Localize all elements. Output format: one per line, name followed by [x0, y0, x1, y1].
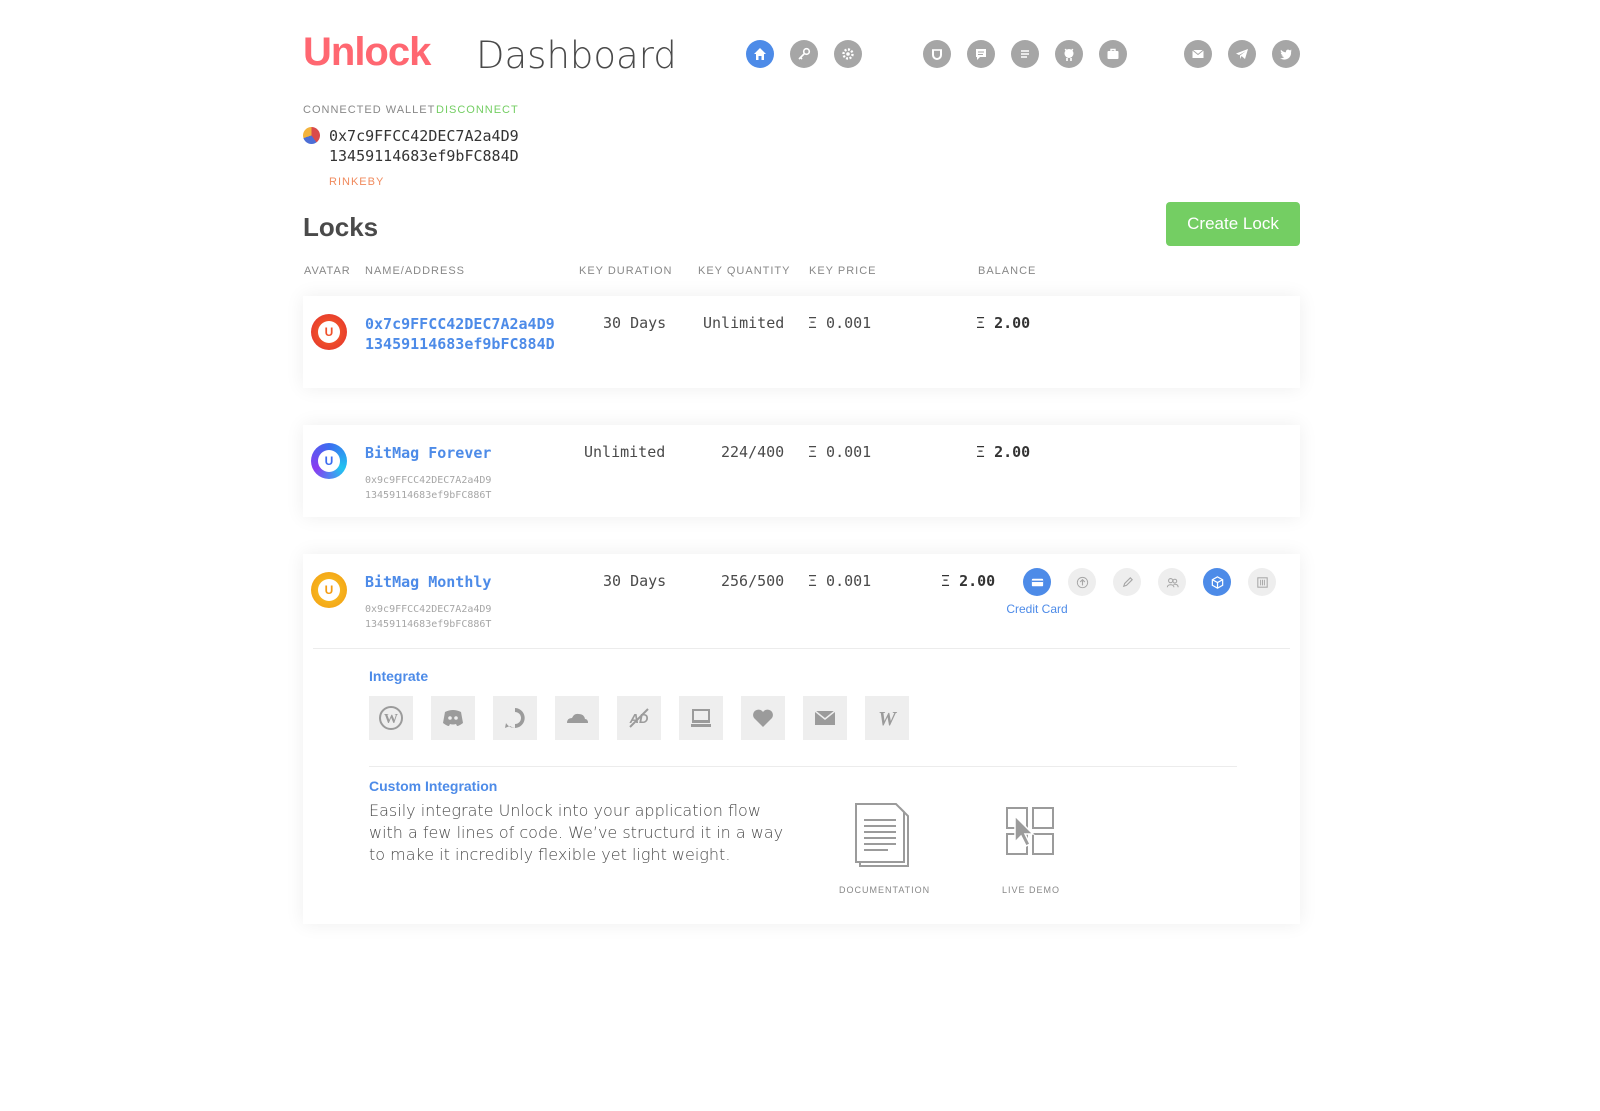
key-quantity: 224/400 — [721, 443, 785, 461]
key-duration: 30 Days — [603, 314, 667, 332]
key-quantity: Unlimited — [703, 314, 785, 332]
lock-avatar-unlock-icon: U — [318, 321, 340, 343]
lock-address: 0x9c9FFCC42DEC7A2a4D9 13459114683ef9bFC8… — [365, 473, 565, 503]
column-header-avatar: AVATAR — [304, 265, 351, 277]
section-divider — [369, 766, 1237, 767]
balance-symbol: Ξ — [976, 314, 986, 332]
twitter-icon[interactable] — [1272, 40, 1300, 68]
lock-address: 0x9c9FFCC42DEC7A2a4D9 13459114683ef9bFC8… — [365, 602, 565, 632]
wallet-address: 0x7c9FFCC42DEC7A2a4D9 13459114683ef9bFC8… — [329, 126, 549, 166]
lock-avatar-unlock-icon: U — [318, 579, 340, 601]
telegram-icon[interactable] — [1228, 40, 1256, 68]
balance-symbol: Ξ — [976, 443, 986, 461]
mail-icon[interactable] — [803, 696, 847, 740]
wallet-address-line1: 0x7c9FFCC42DEC7A2a4D9 — [329, 127, 519, 145]
lock-address-line1: 0x7c9FFCC42DEC7A2a4D9 — [365, 315, 555, 333]
lock-address-line2: 13459114683ef9bFC884D — [365, 335, 555, 353]
lock-avatar-unlock-icon: U — [318, 450, 340, 472]
lock-address-line1: 0x9c9FFCC42DEC7A2a4D9 — [365, 475, 492, 486]
live-demo-icon — [1006, 807, 1054, 855]
lock-address-link[interactable]: 0x7c9FFCC42DEC7A2a4D9 13459114683ef9bFC8… — [365, 314, 555, 354]
create-lock-button[interactable]: Create Lock — [1166, 202, 1300, 246]
key-icon[interactable] — [790, 40, 818, 68]
documentation-label: DOCUMENTATION — [839, 885, 931, 895]
code-icon[interactable] — [1248, 568, 1276, 596]
page-title: Dashboard — [476, 34, 677, 77]
mail-icon[interactable] — [1184, 40, 1212, 68]
discourse-icon[interactable] — [493, 696, 537, 740]
key-price: Ξ 0.001 — [808, 443, 872, 461]
locks-heading: Locks — [303, 212, 379, 242]
balance: Ξ 2.00 — [976, 443, 1030, 461]
lock-address-line2: 13459114683ef9bFC886T — [365, 490, 492, 501]
wordpress-icon[interactable]: W — [369, 696, 413, 740]
custom-integration-title: Custom Integration — [369, 778, 498, 794]
balance: Ξ 2.00 — [941, 572, 995, 590]
lock-row[interactable]: U BitMag Forever 0x9c9FFCC42DEC7A2a4D9 1… — [303, 425, 1300, 517]
lock-row[interactable]: U 0x7c9FFCC42DEC7A2a4D9 13459114683ef9bF… — [303, 296, 1300, 388]
column-header-balance: BALANCE — [978, 265, 1037, 277]
edit-icon[interactable] — [1113, 568, 1141, 596]
credit-card-label: Credit Card — [1006, 602, 1068, 616]
column-header-key-quantity: KEY QUANTITY — [698, 265, 791, 277]
svg-text:W: W — [384, 712, 398, 727]
custom-integration-description: Easily integrate Unlock into your applic… — [369, 801, 784, 864]
computer-icon[interactable] — [679, 696, 723, 740]
unlock-icon[interactable] — [923, 40, 951, 68]
key-price: Ξ 0.001 — [808, 314, 872, 332]
key-quantity: 256/500 — [721, 572, 785, 590]
lock-avatar: U — [311, 572, 347, 608]
balance-symbol: Ξ — [941, 572, 951, 590]
lock-address-line1: 0x9c9FFCC42DEC7A2a4D9 — [365, 604, 492, 615]
key-duration: 30 Days — [603, 572, 667, 590]
key-duration: Unlimited — [584, 443, 666, 461]
list-icon[interactable] — [1011, 40, 1039, 68]
briefcase-icon[interactable] — [1099, 40, 1127, 68]
balance: Ξ 2.00 — [976, 314, 1030, 332]
adblock-icon[interactable]: AD — [617, 696, 661, 740]
heart-icon[interactable] — [741, 696, 785, 740]
gear-icon[interactable] — [834, 40, 862, 68]
chat-icon[interactable] — [967, 40, 995, 68]
lock-name-link[interactable]: BitMag Forever — [365, 443, 491, 463]
unlock-logo[interactable]: Unlock — [303, 30, 431, 75]
balance-value: 2.00 — [994, 443, 1031, 461]
column-header-name: NAME/ADDRESS — [365, 265, 466, 277]
documentation-icon — [855, 803, 909, 867]
disconnect-link[interactable]: DISCONNECT — [436, 104, 519, 116]
key-price: Ξ 0.001 — [808, 572, 872, 590]
wallet-address-line2: 13459114683ef9bFC884D — [329, 147, 519, 165]
row-divider — [313, 648, 1290, 649]
embed-cube-icon[interactable] — [1203, 568, 1231, 596]
column-header-key-price: KEY PRICE — [809, 265, 877, 277]
cloudflare-icon[interactable] — [555, 696, 599, 740]
lock-avatar: U — [311, 443, 347, 479]
wallet-avatar — [303, 127, 320, 144]
members-icon[interactable] — [1158, 568, 1186, 596]
wix-icon[interactable]: W — [865, 696, 909, 740]
live-demo-label: LIVE DEMO — [1001, 885, 1060, 895]
documentation-link[interactable]: DOCUMENTATION — [839, 802, 929, 895]
lock-avatar: U — [311, 314, 347, 350]
live-demo-link[interactable]: LIVE DEMO — [986, 802, 1076, 895]
connected-wallet-label: CONNECTED WALLET — [303, 104, 436, 116]
lock-name-link[interactable]: BitMag Monthly — [365, 572, 491, 592]
credit-card-icon[interactable] — [1023, 568, 1051, 596]
withdraw-icon[interactable] — [1068, 568, 1096, 596]
lock-row-expanded[interactable]: U BitMag Monthly 0x9c9FFCC42DEC7A2a4D9 1… — [303, 554, 1300, 924]
network-badge: RINKEBY — [329, 176, 385, 188]
column-header-key-duration: KEY DURATION — [579, 265, 673, 277]
balance-value: 2.00 — [959, 572, 996, 590]
lock-address-line2: 13459114683ef9bFC886T — [365, 619, 492, 630]
github-icon[interactable] — [1055, 40, 1083, 68]
integrate-title: Integrate — [369, 668, 429, 684]
svg-text:W: W — [878, 708, 897, 730]
balance-value: 2.00 — [994, 314, 1031, 332]
discord-icon[interactable] — [431, 696, 475, 740]
home-icon[interactable] — [746, 40, 774, 68]
